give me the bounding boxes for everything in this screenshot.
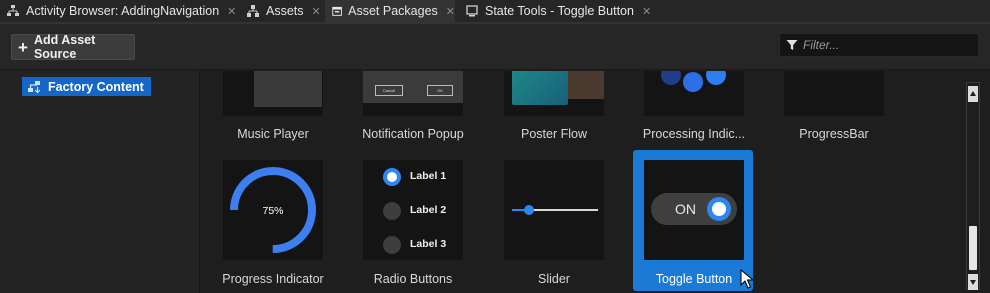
- radio-label: Label 1: [410, 170, 447, 182]
- radio-buttons-thumbnail: Label 1 Label 2 Label 3: [363, 160, 463, 260]
- tab-assets[interactable]: Assets ✕: [246, 0, 321, 22]
- tab-label: Assets: [266, 4, 304, 18]
- package-icon: [332, 6, 342, 16]
- toggle-knob: [707, 197, 731, 221]
- tab-asset-packages[interactable]: Asset Packages ✕: [325, 0, 455, 22]
- tree-item-label: Factory Content: [48, 79, 144, 94]
- slider-knob: [524, 205, 535, 215]
- radio-unselected-icon: [383, 236, 401, 254]
- factory-content-icon: [28, 80, 41, 93]
- asset-grid: Music Player Cancel OK Notification Popu…: [202, 71, 964, 293]
- tab-activity-browser[interactable]: Activity Browser: AddingNavigation ✕: [6, 0, 236, 22]
- progress-value-text: 75%: [262, 205, 283, 217]
- scroll-up-icon[interactable]: [968, 86, 978, 102]
- tab-bar: Activity Browser: AddingNavigation ✕ Ass…: [0, 0, 990, 22]
- asset-label: Poster Flow: [521, 127, 587, 141]
- notification-popup-thumbnail: Cancel OK: [363, 71, 463, 116]
- close-icon[interactable]: ✕: [312, 5, 321, 18]
- toggle-button-thumbnail: ON: [644, 160, 744, 260]
- add-asset-source-label: Add Asset Source: [33, 33, 96, 61]
- ok-mini-button: OK: [427, 85, 453, 96]
- poster-flow-thumbnail: [504, 71, 604, 116]
- cancel-mini-button: Cancel: [375, 85, 403, 96]
- asset-label: Music Player: [237, 127, 309, 141]
- funnel-icon: [786, 40, 798, 50]
- close-icon[interactable]: ✕: [446, 5, 455, 18]
- progress-ring: 75%: [230, 167, 316, 253]
- tree-icon: [247, 5, 259, 17]
- tab-label: Asset Packages: [348, 4, 438, 18]
- music-player-thumbnail: [223, 71, 323, 116]
- close-icon[interactable]: ✕: [642, 5, 651, 18]
- toggle-switch: ON: [651, 193, 737, 225]
- filter-input[interactable]: [803, 38, 973, 52]
- filter-field[interactable]: [779, 33, 979, 57]
- plus-icon: +: [18, 37, 28, 57]
- radio-label: Label 2: [410, 204, 447, 216]
- toolbar: + Add Asset Source: [0, 24, 990, 70]
- radio-selected-icon: [383, 168, 401, 186]
- close-icon[interactable]: ✕: [227, 5, 236, 18]
- asset-label: Processing Indic...: [642, 127, 746, 141]
- asset-label: Notification Popup: [362, 127, 464, 141]
- tree-item-factory-content[interactable]: Factory Content: [22, 77, 151, 96]
- tab-label: Activity Browser: AddingNavigation: [26, 4, 220, 18]
- asset-label: Slider: [538, 272, 570, 286]
- monitor-icon: [466, 5, 478, 17]
- mouse-pointer-icon: [740, 269, 754, 289]
- scroll-down-icon[interactable]: [968, 274, 978, 290]
- scrollbar-thumb[interactable]: [969, 226, 977, 270]
- add-asset-source-button[interactable]: + Add Asset Source: [11, 33, 135, 61]
- tab-state-tools[interactable]: State Tools - Toggle Button ✕: [465, 0, 651, 22]
- asset-label: Progress Indicator: [222, 272, 324, 286]
- radio-label: Label 3: [410, 238, 447, 250]
- progressbar-thumbnail: [784, 71, 884, 116]
- processing-indicator-thumbnail: [644, 71, 744, 116]
- slider-thumbnail: [504, 160, 604, 260]
- radio-unselected-icon: [383, 202, 401, 220]
- asset-label: ProgressBar: [799, 127, 869, 141]
- hierarchy-icon: [7, 5, 19, 16]
- tab-label: State Tools - Toggle Button: [485, 4, 634, 18]
- asset-label: Radio Buttons: [373, 272, 453, 286]
- toggle-state-text: ON: [675, 201, 696, 217]
- asset-source-tree: Factory Content: [0, 71, 200, 293]
- progress-indicator-thumbnail: 75%: [223, 160, 323, 260]
